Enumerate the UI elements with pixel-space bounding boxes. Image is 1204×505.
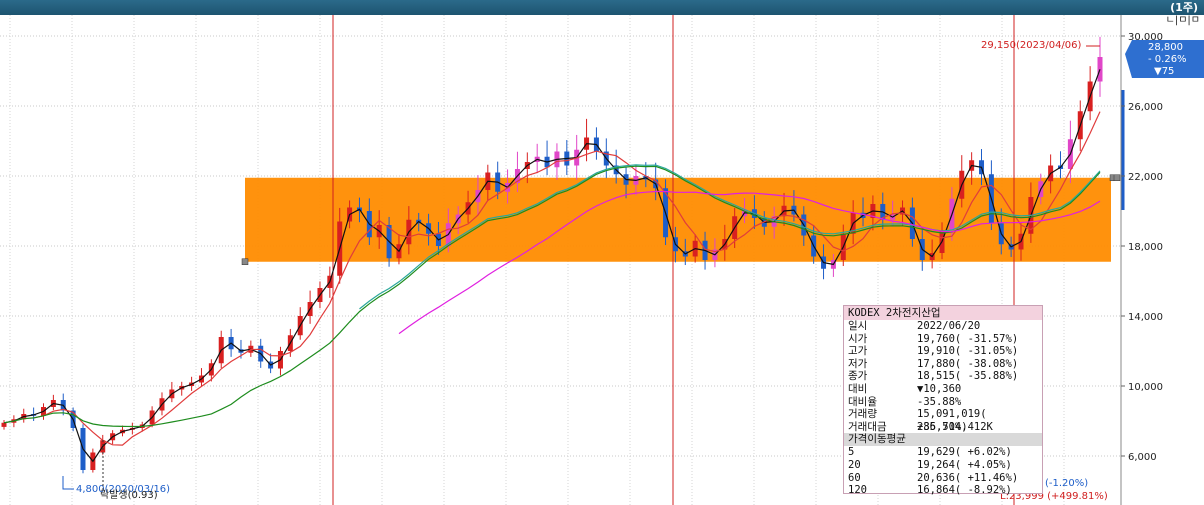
tooltip-ma-value: 19,264( +4.05%) xyxy=(917,458,1012,471)
tooltip-row: 대비 ▼10,360 xyxy=(844,383,1042,396)
tooltip-row: 거래량 15,091,019( +36.71%) xyxy=(844,408,1042,433)
tooltip-ma-section-title: 가격이동평균 xyxy=(844,433,1042,447)
tooltip-value: 285,504,412K xyxy=(917,420,993,433)
window-control-buttons[interactable]: ㄴ|ㅁ|ㅁ xyxy=(1156,16,1200,26)
tooltip-value: 18,515( -35.88%) xyxy=(917,370,1019,383)
tooltip-ma-row: 60 20,636( +11.46%) xyxy=(844,472,1042,485)
tooltip-row: 시가 19,760( -31.57%) xyxy=(844,333,1042,346)
tooltip-label: 저가 xyxy=(848,357,868,370)
tooltip-ma-label: 120 xyxy=(848,484,867,497)
y-tick-label: 18,000 xyxy=(1128,242,1163,253)
chart-window: (1주) 6,000 10,000 14,000 18,000 22,000 26,000… xyxy=(0,0,1204,505)
tooltip-label: 대비 xyxy=(848,382,868,395)
tooltip-label: 거래대금 xyxy=(848,420,887,433)
tooltip-row: 거래대금 285,504,412K xyxy=(844,421,1042,434)
price-tooltip: KODEX 2차전지산업 일시 2022/06/20 시가 19,760( -31.5… xyxy=(843,305,1043,497)
tooltip-ma-value: 19,629( +6.02%) xyxy=(917,446,1012,459)
tooltip-value: 19,760( -31.57%) xyxy=(917,332,1019,345)
tooltip-ma-label: 60 xyxy=(848,471,861,484)
y-tick-label: 14,000 xyxy=(1128,312,1163,323)
tooltip-row: 저가 17,880( -38.08%) xyxy=(844,358,1042,371)
tooltip-label: 거래량 xyxy=(848,408,877,421)
band-handle-axis xyxy=(1113,174,1121,181)
title-bar: (1주) xyxy=(0,0,1204,15)
tooltip-ma-value: 16,864( -8.92%) xyxy=(917,484,1012,497)
tooltip-ma-row: 20 19,264( +4.05%) xyxy=(844,459,1042,472)
tooltip-label: 종가 xyxy=(848,370,868,383)
tooltip-ma-row: 5 19,629( +6.02%) xyxy=(844,446,1042,459)
tooltip-value: 17,880( -38.08%) xyxy=(917,357,1019,370)
y-tick-label: 6,000 xyxy=(1128,452,1157,463)
tooltip-title: KODEX 2차전지산업 xyxy=(844,306,1042,320)
tooltip-label: 고가 xyxy=(848,345,868,358)
y-tick-label: 22,000 xyxy=(1128,172,1163,183)
tooltip-label: 시가 xyxy=(848,332,868,345)
tooltip-value: 2022/06/20 xyxy=(917,320,981,332)
tooltip-ma-label: 5 xyxy=(848,446,855,459)
annotation-high: 29,150(2023/04/06) xyxy=(981,40,1082,51)
support-band xyxy=(245,177,1111,262)
tooltip-ma-value: 20,636( +11.46%) xyxy=(917,471,1019,484)
candle-body xyxy=(1097,57,1103,82)
tooltip-row: 대비율 -35.88% xyxy=(844,396,1042,409)
tooltip-row: 종가 18,515( -35.88%) xyxy=(844,370,1042,383)
current-price-diff: ▼75 xyxy=(1154,66,1174,77)
tooltip-value: -35.88% xyxy=(917,395,962,408)
y-axis-panel xyxy=(1121,15,1204,505)
tooltip-label: 일시 xyxy=(848,320,868,332)
tooltip-value: ▼10,360 xyxy=(917,382,962,395)
band-handle-left xyxy=(241,258,249,265)
tooltip-ma-row: 120 16,864( -8.92%) xyxy=(844,484,1042,497)
candle-body xyxy=(1,422,7,427)
current-price-value: 28,800 xyxy=(1148,42,1183,53)
tooltip-row: 일시 2022/06/20 xyxy=(844,320,1042,333)
tooltip-ma-label: 20 xyxy=(848,458,861,471)
current-price-change: - 0.26% xyxy=(1148,54,1187,65)
tooltip-row: 고가 19,910( -31.05%) xyxy=(844,345,1042,358)
period-label[interactable]: (1주) xyxy=(1170,0,1198,15)
annotation-event: 락발생(0.93) xyxy=(100,489,158,501)
y-tick-label: 26,000 xyxy=(1128,102,1163,113)
tooltip-label: 대비율 xyxy=(848,395,877,408)
annotation-right-pct: (-1.20%) xyxy=(1045,478,1088,489)
tooltip-value: 19,910( -31.05%) xyxy=(917,345,1019,358)
y-tick-label: 10,000 xyxy=(1128,382,1163,393)
